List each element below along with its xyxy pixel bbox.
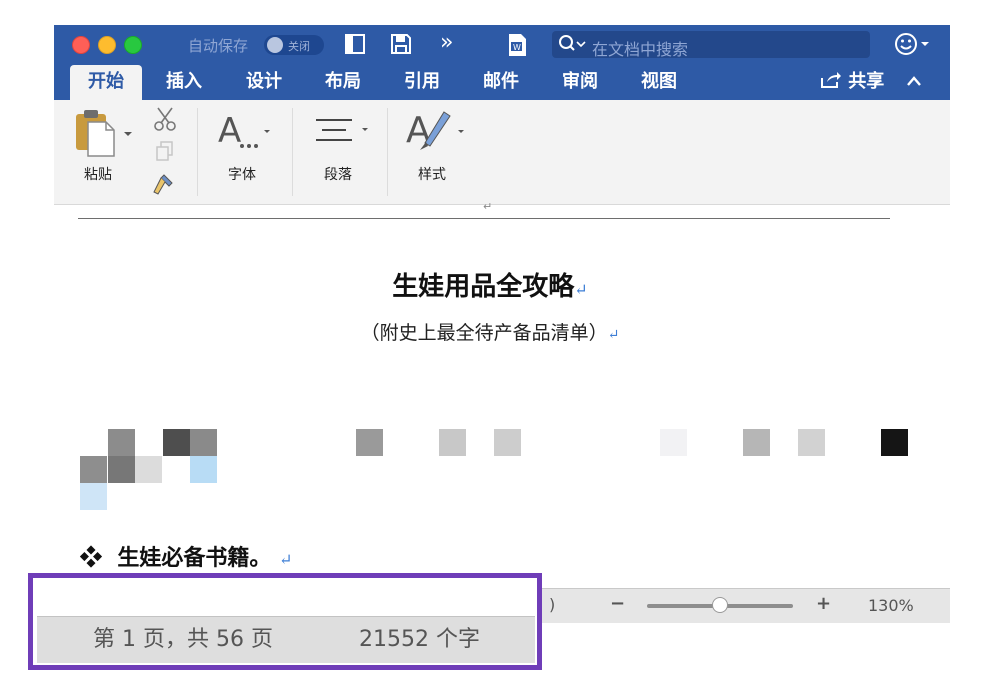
tab-references[interactable]: 引用 [390, 65, 454, 100]
pixel-block [743, 429, 770, 456]
bullet-item[interactable]: ❖ 生娃必备书籍。 ↵ [80, 540, 292, 572]
tab-view[interactable]: 视图 [627, 65, 691, 100]
title-bar: 自动保存 关闭 » W 在文档中搜索 [54, 25, 950, 65]
pixel-block [190, 429, 217, 456]
zoom-window-button[interactable] [124, 36, 142, 54]
styles-label: 样式 [418, 167, 446, 183]
format-painter-icon[interactable] [150, 172, 176, 202]
status-paren: ) [549, 595, 556, 614]
autosave-state: 关闭 [288, 40, 310, 53]
paste-label: 粘贴 [84, 167, 112, 183]
pixel-block [190, 456, 217, 483]
pixel-block [881, 429, 908, 456]
zoom-in-button[interactable]: + [816, 593, 831, 614]
share-icon [820, 71, 848, 92]
ribbon-divider [387, 108, 388, 196]
zoom-slider-thumb[interactable] [712, 597, 728, 613]
tab-design[interactable]: 设计 [232, 65, 296, 100]
search-field[interactable]: 在文档中搜索 [552, 31, 870, 59]
tab-mailings[interactable]: 邮件 [469, 65, 533, 100]
autosave-label: 自动保存 [188, 37, 249, 55]
word-count[interactable]: 21552 个字 [359, 617, 480, 663]
pixel-block [163, 429, 190, 456]
share-button[interactable]: 共享 [820, 65, 884, 100]
header-paragraph-mark: ↵ [483, 200, 493, 213]
pixel-block [80, 456, 107, 483]
paragraph-mark: ↵ [607, 327, 620, 343]
paragraph-group: 段落 [300, 100, 390, 204]
zoom-slider[interactable] [647, 597, 793, 613]
cut-icon[interactable] [152, 106, 178, 136]
styles-icon: A [406, 110, 464, 151]
zoom-out-button[interactable]: − [610, 593, 625, 614]
more-icon[interactable]: » [440, 31, 453, 55]
document-title[interactable]: 生娃用品全攻略↵ [0, 266, 980, 303]
styles-button[interactable]: A [404, 108, 470, 158]
styles-group: A 样式 [394, 100, 484, 204]
pixel-block [356, 429, 383, 456]
paragraph-label: 段落 [324, 167, 352, 183]
paste-button[interactable] [74, 108, 136, 162]
user-icon[interactable] [894, 32, 932, 61]
pixel-block [439, 429, 466, 456]
paragraph-mark: ↵ [574, 280, 588, 299]
header-rule [78, 218, 890, 219]
ribbon: 粘贴 A 字体 段落 A 样式 [54, 100, 950, 205]
clipboard-group: 粘贴 [54, 100, 196, 204]
document-title-text: 生娃用品全攻略 [392, 272, 575, 302]
collapse-ribbon-button[interactable] [906, 65, 922, 100]
save-icon[interactable] [390, 33, 412, 62]
font-icon: A [218, 111, 270, 151]
bullet-text: 生娃必备书籍。 [117, 545, 272, 571]
paragraph-mark: ↵ [279, 550, 293, 569]
share-label: 共享 [848, 71, 885, 92]
page-count[interactable]: 第 1 页，共 56 页 [93, 617, 273, 663]
pixel-block [135, 456, 162, 483]
tab-insert[interactable]: 插入 [152, 65, 216, 100]
autosave-toggle[interactable]: 关闭 [264, 35, 324, 55]
paragraph-button[interactable] [312, 114, 372, 152]
minimize-window-button[interactable] [98, 36, 116, 54]
clipboard-icon [76, 110, 132, 157]
toggle-knob [267, 37, 283, 53]
document-subtitle[interactable]: （附史上最全待产备品清单）↵ [0, 318, 980, 345]
pixel-block [108, 456, 135, 483]
sidebar-icon[interactable] [344, 33, 366, 62]
ribbon-tabs: 开始 插入 设计 布局 引用 邮件 审阅 视图 共享 [54, 65, 950, 100]
paragraph-align-icon [316, 119, 368, 141]
bullet-symbol: ❖ [80, 545, 103, 571]
word-doc-icon[interactable]: W [506, 33, 528, 64]
pixel-block [108, 429, 135, 456]
svg-text:W: W [513, 43, 521, 52]
copy-icon[interactable] [154, 140, 176, 166]
zoom-level[interactable]: 130% [868, 596, 914, 615]
pixel-block [660, 429, 687, 456]
font-button[interactable]: A [216, 111, 276, 156]
tab-home[interactable]: 开始 [70, 65, 142, 100]
search-icon [558, 34, 588, 58]
close-window-button[interactable] [72, 36, 90, 54]
svg-text:A: A [218, 112, 241, 151]
ribbon-divider [197, 108, 198, 196]
ribbon-divider [292, 108, 293, 196]
highlight-callout: 第 1 页，共 56 页 21552 个字 [28, 573, 542, 670]
pixel-block [494, 429, 521, 456]
pixel-block [80, 483, 107, 510]
tab-review[interactable]: 审阅 [548, 65, 612, 100]
tab-layout[interactable]: 布局 [311, 65, 375, 100]
pixel-block [798, 429, 825, 456]
document-subtitle-text: （附史上最全待产备品清单） [360, 322, 608, 344]
font-label: 字体 [228, 167, 256, 183]
font-group: A 字体 [204, 100, 294, 204]
search-placeholder: 在文档中搜索 [592, 40, 689, 59]
status-info-panel: 第 1 页，共 56 页 21552 个字 [37, 616, 535, 663]
